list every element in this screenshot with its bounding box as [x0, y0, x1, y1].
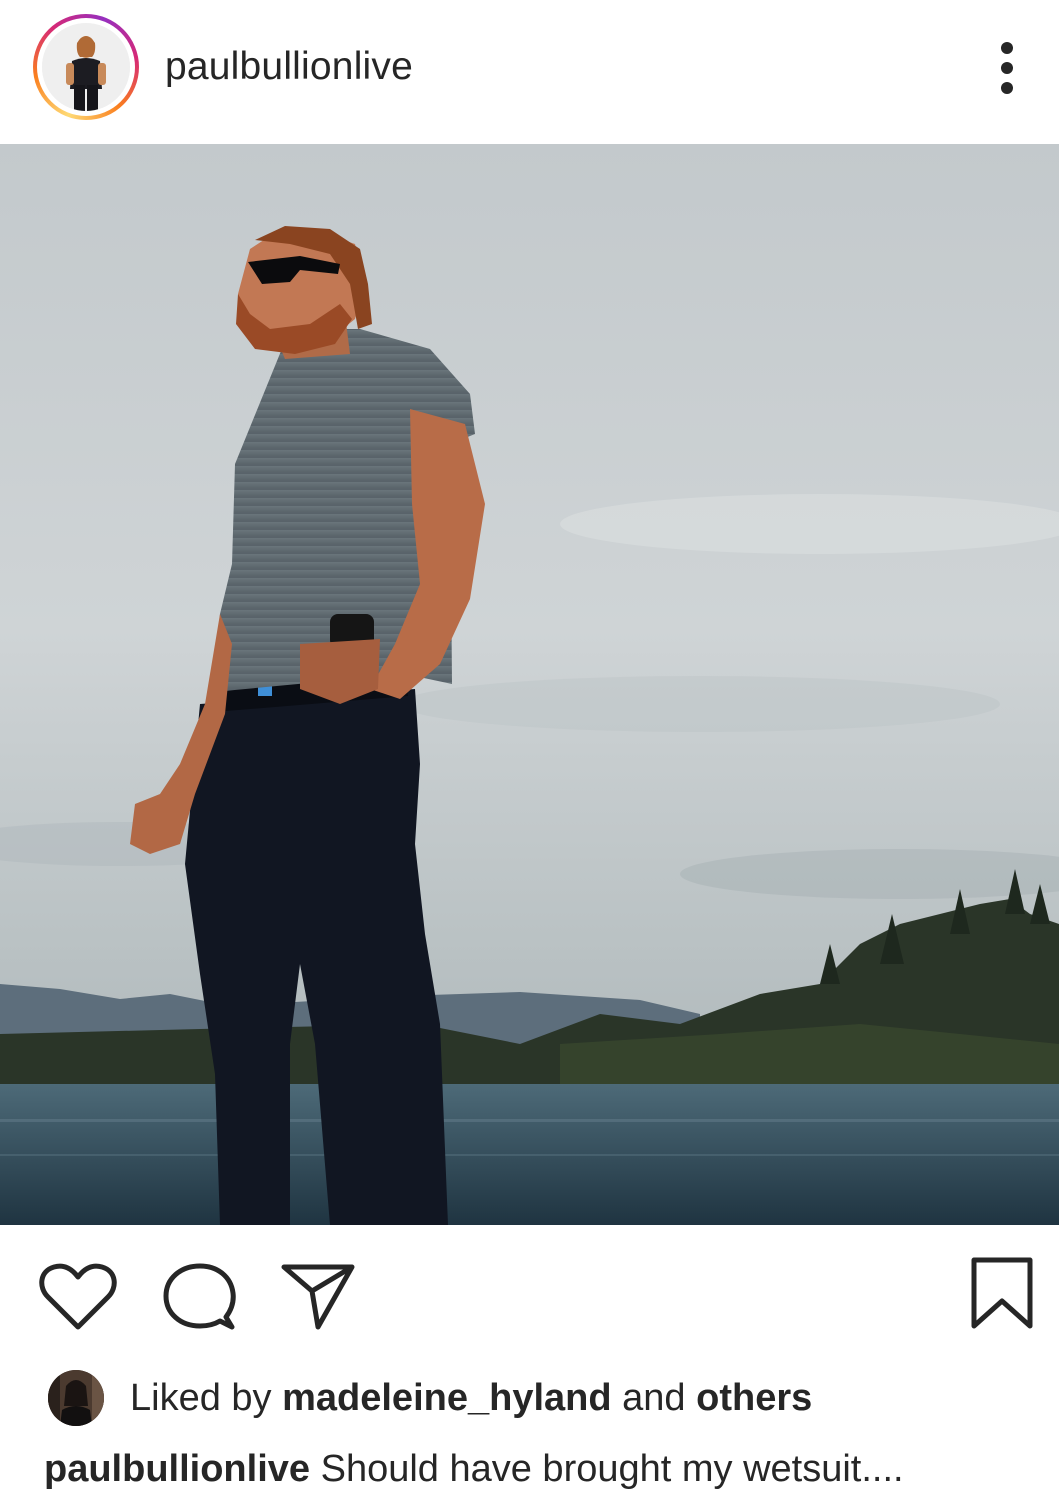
avatar-photo: [42, 23, 130, 111]
comment-icon[interactable]: [160, 1261, 238, 1333]
likes-others-link[interactable]: others: [696, 1377, 812, 1419]
likes-conjunction: and: [622, 1377, 686, 1419]
caption-text: Should have brought my wetsuit....: [320, 1448, 904, 1490]
liker-username[interactable]: madeleine_hyland: [282, 1377, 611, 1419]
heart-icon[interactable]: [38, 1261, 118, 1333]
post-actions: [0, 1225, 1059, 1355]
post-photo[interactable]: [0, 144, 1059, 1225]
likes-prefix: Liked by: [130, 1377, 272, 1419]
post-caption: paulbullionlive Should have brought my w…: [44, 1444, 904, 1494]
caption-username[interactable]: paulbullionlive: [44, 1448, 310, 1490]
more-options-button[interactable]: [985, 36, 1033, 100]
liker-avatar[interactable]: [48, 1370, 104, 1426]
bookmark-icon[interactable]: [970, 1257, 1034, 1329]
post-username[interactable]: paulbullionlive: [165, 44, 413, 90]
post-header: paulbullionlive: [0, 0, 1059, 144]
more-vertical-icon: [1001, 42, 1013, 54]
send-icon[interactable]: [280, 1261, 356, 1333]
likes-row: Liked by madeleine_hyland and others: [0, 1362, 1059, 1434]
profile-avatar[interactable]: [33, 14, 139, 120]
likes-text: Liked by madeleine_hyland and others: [130, 1375, 812, 1421]
